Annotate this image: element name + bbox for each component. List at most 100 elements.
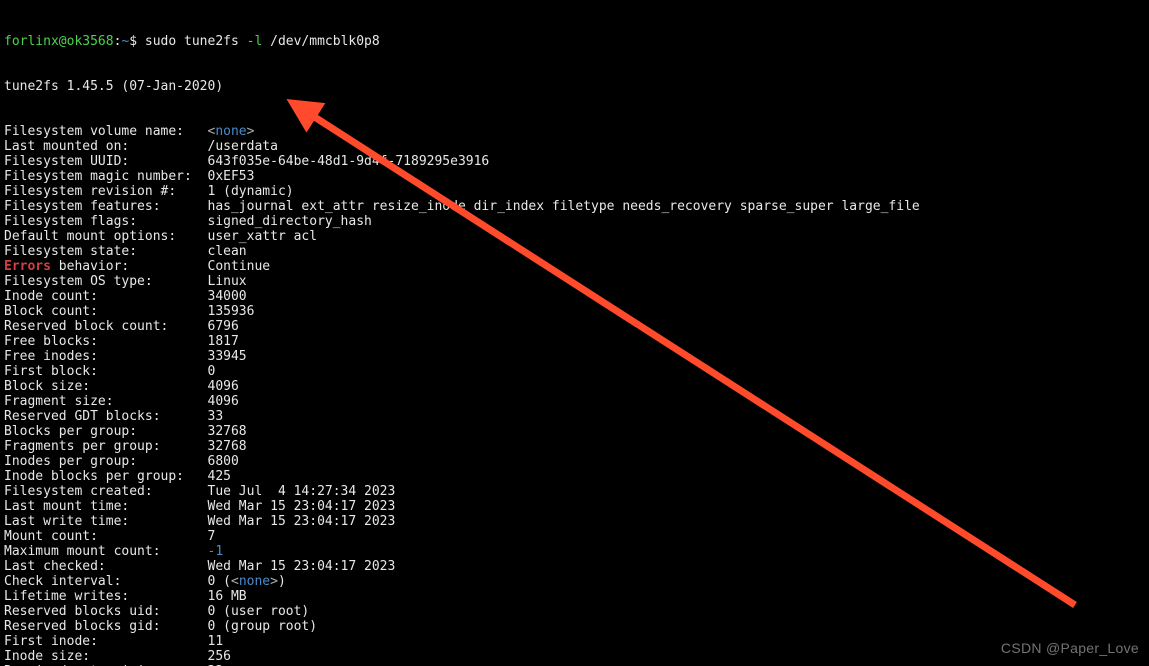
prompt-sep: $ <box>129 34 145 49</box>
output-row: Block count: 135936 <box>4 304 1145 319</box>
row-label: Filesystem UUID: <box>4 154 208 169</box>
row-value: 7 <box>208 529 216 544</box>
output-row: Filesystem OS type: Linux <box>4 274 1145 289</box>
row-label: Check interval: <box>4 574 208 589</box>
row-label: Free blocks: <box>4 334 208 349</box>
row-label: Inode count: <box>4 289 208 304</box>
row-value: 425 <box>208 469 231 484</box>
output-row: Inodes per group: 6800 <box>4 454 1145 469</box>
row-value: Continue <box>208 259 271 274</box>
row-value: 0 <box>208 364 216 379</box>
row-value: 1817 <box>208 334 239 349</box>
row-value: 32768 <box>208 439 247 454</box>
row-label: Fragments per group: <box>4 439 208 454</box>
row-value: 1 (dynamic) <box>208 184 294 199</box>
row-label: Filesystem flags: <box>4 214 208 229</box>
row-label: Inodes per group: <box>4 454 208 469</box>
angle-open: < <box>231 574 239 589</box>
row-value: 32768 <box>208 424 247 439</box>
output-row: Fragment size: 4096 <box>4 394 1145 409</box>
output-row: Filesystem UUID: 643f035e-64be-48d1-9d4f… <box>4 154 1145 169</box>
output-row: Lifetime writes: 16 MB <box>4 589 1145 604</box>
row-label: Default mount options: <box>4 229 208 244</box>
none-literal: none <box>215 124 246 139</box>
row-value: 11 <box>208 634 224 649</box>
row-label: Reserved blocks uid: <box>4 604 208 619</box>
row-label-error: Errors <box>4 259 51 274</box>
row-value: 33945 <box>208 349 247 364</box>
row-label: Inode size: <box>4 649 208 664</box>
row-value: /userdata <box>208 139 278 154</box>
row-label: Filesystem revision #: <box>4 184 208 199</box>
row-value: ) <box>278 574 286 589</box>
row-value: 34000 <box>208 289 247 304</box>
cmd-sudo: sudo tune2fs <box>145 34 247 49</box>
row-label: Filesystem created: <box>4 484 208 499</box>
output-row: Reserved blocks gid: 0 (group root) <box>4 619 1145 634</box>
row-label: Block count: <box>4 304 208 319</box>
output-row: Filesystem revision #: 1 (dynamic) <box>4 184 1145 199</box>
row-label: Inode blocks per group: <box>4 469 208 484</box>
output-row: Last write time: Wed Mar 15 23:04:17 202… <box>4 514 1145 529</box>
row-value: 0 (user root) <box>208 604 310 619</box>
output-row: Block size: 4096 <box>4 379 1145 394</box>
none-literal: none <box>239 574 270 589</box>
row-label: Free inodes: <box>4 349 208 364</box>
output-row: Filesystem features: has_journal ext_att… <box>4 199 1145 214</box>
row-value: Linux <box>208 274 247 289</box>
output-row: Mount count: 7 <box>4 529 1145 544</box>
row-value: 6800 <box>208 454 239 469</box>
row-label: Mount count: <box>4 529 208 544</box>
row-label: Last checked: <box>4 559 208 574</box>
output-row: Inode count: 34000 <box>4 289 1145 304</box>
row-value: clean <box>208 244 247 259</box>
output-rows: Filesystem volume name: <none>Last mount… <box>4 124 1145 666</box>
output-row: Errors behavior: Continue <box>4 259 1145 274</box>
output-row: Inode blocks per group: 425 <box>4 469 1145 484</box>
row-label: Reserved blocks gid: <box>4 619 208 634</box>
row-value: Wed Mar 15 23:04:17 2023 <box>208 559 396 574</box>
output-row: Reserved block count: 6796 <box>4 319 1145 334</box>
row-value: 33 <box>208 409 224 424</box>
row-value: 16 MB <box>208 589 247 604</box>
row-label: Blocks per group: <box>4 424 208 439</box>
cmd-arg: /dev/mmcblk0p8 <box>262 34 379 49</box>
row-value: signed_directory_hash <box>208 214 372 229</box>
output-row: Check interval: 0 (<none>) <box>4 574 1145 589</box>
output-row: Last mount time: Wed Mar 15 23:04:17 202… <box>4 499 1145 514</box>
output-row: Filesystem flags: signed_directory_hash <box>4 214 1145 229</box>
prompt-user-host: forlinx@ok3568 <box>4 34 114 49</box>
row-label: Reserved block count: <box>4 319 208 334</box>
row-value: 643f035e-64be-48d1-9d4f-7189295e3916 <box>208 154 490 169</box>
row-value: Tue Jul 4 14:27:34 2023 <box>208 484 396 499</box>
version-line: tune2fs 1.45.5 (07-Jan-2020) <box>4 79 1145 94</box>
output-row: Blocks per group: 32768 <box>4 424 1145 439</box>
row-value: 135936 <box>208 304 255 319</box>
row-value: -1 <box>208 544 224 559</box>
row-value: user_xattr acl <box>208 229 318 244</box>
output-row: Inode size: 256 <box>4 649 1145 664</box>
row-label: Last write time: <box>4 514 208 529</box>
row-value: 0xEF53 <box>208 169 255 184</box>
output-row: Filesystem state: clean <box>4 244 1145 259</box>
row-label: Filesystem OS type: <box>4 274 208 289</box>
row-label: Last mount time: <box>4 499 208 514</box>
output-row: Maximum mount count: -1 <box>4 544 1145 559</box>
prompt-line: forlinx@ok3568:~$ sudo tune2fs -l /dev/m… <box>4 34 1145 49</box>
output-row: Fragments per group: 32768 <box>4 439 1145 454</box>
row-label: First block: <box>4 364 208 379</box>
row-value: 0 (group root) <box>208 619 318 634</box>
row-value: has_journal ext_attr resize_inode dir_in… <box>208 199 920 214</box>
row-label: Filesystem magic number: <box>4 169 208 184</box>
output-row: First block: 0 <box>4 364 1145 379</box>
row-value: 0 ( <box>208 574 231 589</box>
output-row: Filesystem volume name: <none> <box>4 124 1145 139</box>
output-row: Reserved blocks uid: 0 (user root) <box>4 604 1145 619</box>
row-label: behavior: <box>51 259 208 274</box>
row-label: First inode: <box>4 634 208 649</box>
row-label: Fragment size: <box>4 394 208 409</box>
output-row: Last mounted on: /userdata <box>4 139 1145 154</box>
row-label: Lifetime writes: <box>4 589 208 604</box>
row-label: Filesystem state: <box>4 244 208 259</box>
row-value: 4096 <box>208 394 239 409</box>
